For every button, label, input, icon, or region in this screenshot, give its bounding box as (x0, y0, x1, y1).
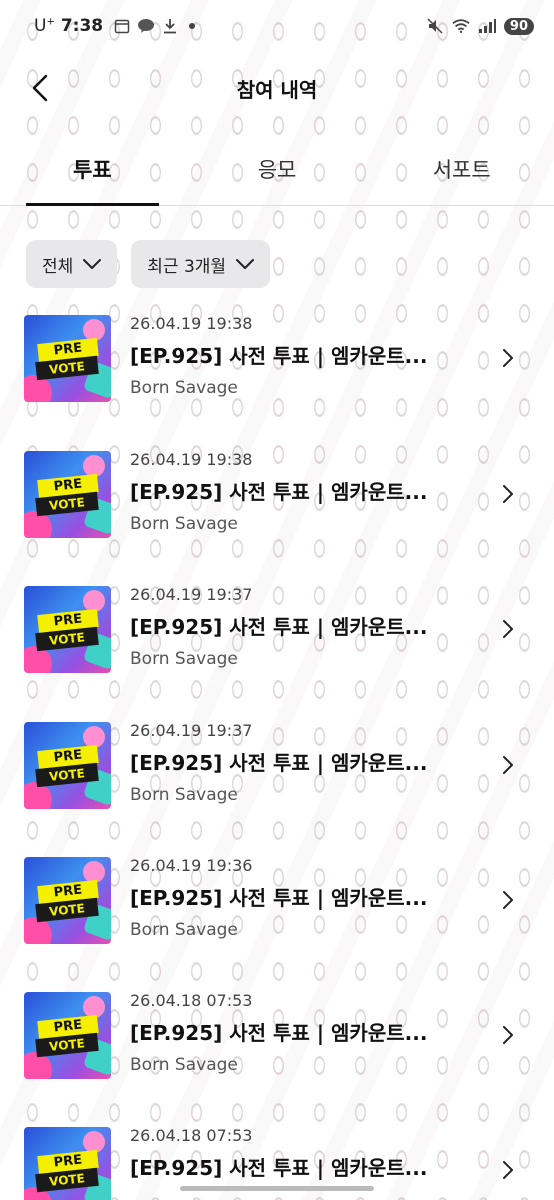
item-date: 26.04.18 07:53 (130, 1126, 253, 1145)
chevron-right-icon (503, 756, 513, 774)
item-artist: Born Savage (130, 514, 238, 534)
item-artist: Born Savage (130, 785, 238, 805)
event-thumbnail: PRE VOTE (24, 315, 111, 402)
period-filter-label: 최근 3개월 (147, 256, 227, 277)
event-thumbnail: PRE VOTE (24, 1127, 111, 1200)
filter-bar: 전체 최근 3개월 (26, 240, 271, 288)
event-thumbnail: PRE VOTE (24, 722, 111, 809)
chevron-right-icon (503, 620, 513, 638)
item-artist: Born Savage (130, 1055, 238, 1075)
list-item[interactable]: PRE VOTE 26.04.19 19:37 [EP.925] 사전 투표 | … (0, 571, 554, 691)
signal-icon (478, 17, 496, 35)
event-thumbnail: PRE VOTE (24, 857, 111, 944)
clock: 7:38 (60, 16, 104, 36)
back-button[interactable] (18, 66, 62, 110)
list-item[interactable]: PRE VOTE 26.04.19 19:38 [EP.925] 사전 투표 | … (0, 436, 554, 556)
list-item[interactable]: PRE VOTE 26.04.19 19:36 [EP.925] 사전 투표 | … (0, 842, 554, 962)
battery-indicator: 90 (503, 17, 534, 35)
item-date: 26.04.18 07:53 (130, 991, 253, 1010)
item-title: [EP.925] 사전 투표 | 엠카운트... (130, 751, 428, 775)
calendar-icon (113, 17, 131, 35)
chevron-down-icon (83, 259, 102, 269)
item-title: [EP.925] 사전 투표 | 엠카운트... (130, 1021, 428, 1045)
chevron-down-icon (236, 259, 255, 269)
app-header: 참여 내역 (0, 56, 554, 120)
tab-entry[interactable]: 응모 (185, 132, 370, 205)
talk-icon (137, 17, 155, 35)
item-date: 26.04.19 19:37 (130, 585, 253, 604)
download-icon (161, 17, 179, 35)
category-filter-dropdown[interactable]: 전체 (26, 240, 118, 288)
notification-dot-icon (189, 23, 196, 29)
home-indicator[interactable] (180, 1186, 374, 1191)
item-title: [EP.925] 사전 투표 | 엠카운트... (130, 615, 428, 639)
mute-icon (426, 17, 444, 35)
item-date: 26.04.19 19:36 (130, 856, 253, 875)
item-date: 26.04.19 19:38 (130, 450, 253, 469)
chevron-right-icon (503, 891, 513, 909)
tab-bar: 투표 응모 서포트 (0, 132, 554, 206)
item-title: [EP.925] 사전 투표 | 엠카운트... (130, 344, 428, 368)
category-filter-label: 전체 (42, 256, 74, 277)
chevron-right-icon (503, 1026, 513, 1044)
chevron-right-icon (503, 485, 513, 503)
status-bar: U+ 7:38 90 (0, 0, 554, 52)
event-thumbnail: PRE VOTE (24, 586, 111, 673)
item-title: [EP.925] 사전 투표 | 엠카운트... (130, 886, 428, 910)
wifi-icon (452, 17, 470, 35)
list-item[interactable]: PRE VOTE 26.04.18 07:53 [EP.925] 사전 투표 | … (0, 977, 554, 1097)
carrier-label: U+ (34, 16, 55, 36)
item-date: 26.04.19 19:38 (130, 314, 253, 333)
item-artist: Born Savage (130, 649, 238, 669)
period-filter-dropdown[interactable]: 최근 3개월 (131, 240, 271, 288)
item-artist: Born Savage (130, 378, 238, 398)
item-artist: Born Savage (130, 920, 238, 940)
page-title: 참여 내역 (236, 77, 318, 102)
tab-vote[interactable]: 투표 (0, 132, 185, 206)
chevron-left-icon (32, 74, 48, 102)
event-thumbnail: PRE VOTE (24, 451, 111, 538)
chevron-right-icon (503, 1161, 513, 1179)
item-date: 26.04.19 19:37 (130, 721, 253, 740)
list-item[interactable]: PRE VOTE 26.04.19 19:37 [EP.925] 사전 투표 | … (0, 707, 554, 827)
event-thumbnail: PRE VOTE (24, 992, 111, 1079)
item-title: [EP.925] 사전 투표 | 엠카운트... (130, 480, 428, 504)
tab-support[interactable]: 서포트 (369, 132, 554, 205)
item-title: [EP.925] 사전 투표 | 엠카운트... (130, 1156, 428, 1180)
chevron-right-icon (503, 349, 513, 367)
list-item[interactable]: PRE VOTE 26.04.19 19:38 [EP.925] 사전 투표 | … (0, 300, 554, 420)
